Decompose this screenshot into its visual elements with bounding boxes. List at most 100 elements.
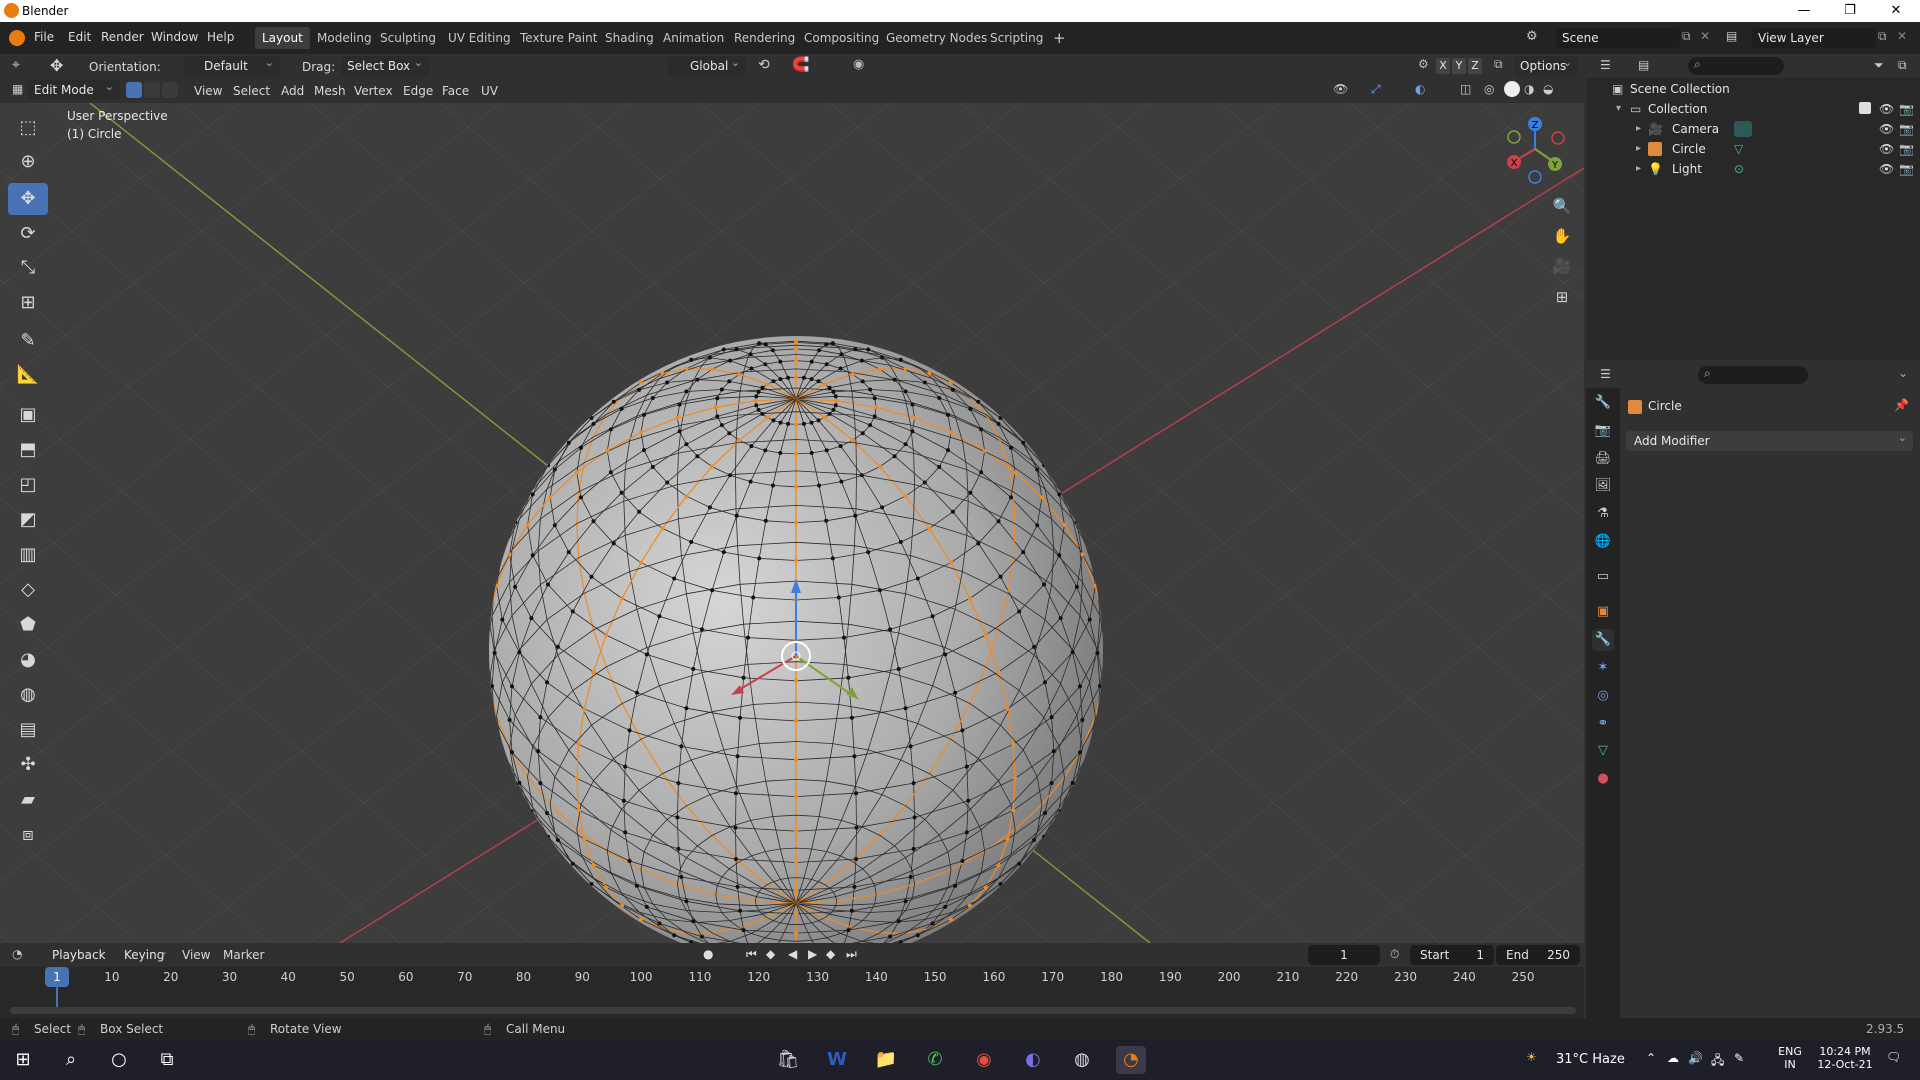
mesh-vertex[interactable] — [982, 448, 987, 453]
mesh-vertex[interactable] — [1078, 750, 1082, 755]
mesh-vertex[interactable] — [741, 675, 746, 680]
collection-checkbox[interactable] — [1859, 102, 1871, 114]
mesh-vertex[interactable] — [546, 834, 550, 839]
mesh-vertex[interactable] — [684, 389, 689, 394]
mesh-vertex[interactable] — [644, 904, 649, 909]
mesh-vertex[interactable] — [831, 389, 836, 394]
tab-animation[interactable]: Animation — [656, 27, 731, 49]
discord-icon[interactable]: ◐ — [1018, 1046, 1048, 1074]
mesh-vertex[interactable] — [1078, 684, 1082, 689]
perspective-toggle-icon[interactable]: ⊞ — [1548, 283, 1576, 311]
mesh-vertex[interactable] — [676, 781, 681, 786]
options-dropdown[interactable]: Options — [1514, 53, 1578, 76]
mesh-vertex[interactable] — [846, 928, 851, 933]
mesh-vertex[interactable] — [1021, 550, 1026, 555]
mesh-vertex[interactable] — [608, 427, 613, 432]
mesh-vertex[interactable] — [979, 470, 984, 475]
filter-icon[interactable]: ⏷ — [1874, 58, 1884, 73]
mesh-vertex[interactable] — [756, 389, 761, 394]
word-icon[interactable]: W — [822, 1046, 852, 1074]
move-tool-button-icon[interactable]: ✥ — [8, 183, 48, 215]
mesh-vertex[interactable] — [665, 480, 670, 485]
auto-merge-icon[interactable]: ⧉ — [1494, 57, 1503, 72]
mesh-vertex[interactable] — [634, 690, 639, 695]
mesh-vertex[interactable] — [721, 550, 726, 555]
mesh-vertex[interactable] — [760, 385, 765, 390]
mesh-vertex[interactable] — [877, 464, 882, 469]
mesh-vertex[interactable] — [996, 670, 1001, 675]
playhead[interactable]: 1 — [45, 967, 69, 987]
mesh-vertex[interactable] — [816, 379, 821, 384]
mesh-vertex[interactable] — [964, 830, 969, 835]
mesh-vertex[interactable] — [960, 859, 965, 863]
mesh-vertex[interactable] — [579, 495, 583, 500]
mesh-vertex[interactable] — [530, 492, 535, 497]
scene-tab-icon[interactable]: ⚗ — [1592, 503, 1614, 525]
pin-icon[interactable]: 📌 — [1894, 398, 1909, 412]
mesh-vertex[interactable] — [1011, 742, 1016, 747]
mesh-vertex[interactable] — [960, 728, 965, 733]
mesh-vertex[interactable] — [860, 431, 865, 436]
mesh-vertex[interactable] — [642, 412, 646, 417]
mesh-vertex[interactable] — [734, 791, 738, 796]
mesh-vertex[interactable] — [510, 750, 514, 755]
mesh-vertex[interactable] — [738, 715, 743, 720]
mesh-vertex[interactable] — [896, 919, 901, 924]
mesh-vertex[interactable] — [949, 917, 953, 922]
menu-select[interactable]: Select — [233, 84, 270, 98]
mesh-vertex[interactable] — [623, 830, 628, 835]
pen-icon[interactable]: ✎ — [1734, 1051, 1744, 1065]
mesh-vertex[interactable] — [824, 448, 829, 453]
menu-view[interactable]: View — [194, 84, 222, 98]
mesh-vertex[interactable] — [937, 396, 942, 400]
mesh-vertex[interactable] — [1093, 583, 1098, 588]
timeline-scrollbar[interactable] — [10, 1007, 1576, 1014]
delete-scene-icon[interactable]: ✕ — [1700, 29, 1710, 43]
mesh-vertex[interactable] — [888, 934, 893, 939]
bevel-tool-icon[interactable]: ◩ — [8, 504, 48, 536]
solid-shading-icon[interactable] — [1504, 81, 1520, 97]
mesh-vertex[interactable] — [492, 716, 497, 721]
mesh-vertex[interactable] — [589, 882, 594, 886]
menu-help[interactable]: Help — [207, 30, 234, 44]
mesh-vertex[interactable] — [627, 859, 632, 863]
mesh-vertex[interactable] — [949, 560, 953, 565]
annotate-tool-icon[interactable]: ✎ — [8, 325, 48, 357]
mesh-vertex[interactable] — [695, 377, 700, 382]
mesh-vertex[interactable] — [684, 706, 689, 711]
mesh-vertex[interactable] — [896, 667, 901, 671]
particles-tab-icon[interactable]: ✶ — [1592, 657, 1614, 679]
menu-window[interactable]: Window — [151, 30, 198, 44]
outliner-row-collection[interactable]: ▾ ▭ Collection 👁 📷 — [1586, 99, 1920, 119]
mesh-vertex[interactable] — [801, 421, 806, 426]
rip-tool-icon[interactable]: ⧈ — [8, 819, 48, 851]
scene-name-field[interactable]: Scene — [1556, 28, 1680, 48]
mesh-vertex[interactable] — [589, 416, 594, 420]
mesh-vertex[interactable] — [976, 541, 981, 546]
world-tab-icon[interactable]: 🌐 — [1592, 531, 1614, 553]
collection-render-icon[interactable]: 📷 — [1899, 99, 1914, 119]
mesh-vertex[interactable] — [751, 595, 756, 600]
mesh-vertex[interactable] — [794, 558, 798, 563]
mesh-vertex[interactable] — [672, 576, 677, 581]
outliner-row-light[interactable]: ▸ 💡 Light ⊙ 👁 📷 — [1586, 159, 1920, 179]
mesh-vertex[interactable] — [657, 614, 662, 619]
mesh-vertex[interactable] — [771, 379, 776, 384]
mesh-vertex[interactable] — [859, 473, 864, 478]
mesh-vertex[interactable] — [1035, 467, 1040, 472]
mesh-vertex[interactable] — [949, 380, 953, 385]
view-layer-tab-icon[interactable]: 🖼 — [1592, 475, 1614, 497]
mesh-vertex[interactable] — [507, 552, 512, 557]
mesh-vertex[interactable] — [1098, 684, 1102, 689]
mesh-vertex[interactable] — [763, 448, 768, 453]
add-workspace-plus-icon[interactable]: + — [1046, 27, 1073, 49]
mesh-vertex[interactable] — [850, 372, 855, 377]
timeline-editor-icon[interactable]: ◔ — [12, 947, 22, 961]
windows-start-icon[interactable]: ⊞ — [8, 1046, 38, 1074]
mesh-vertex[interactable] — [620, 596, 625, 601]
mesh-vertex[interactable] — [754, 403, 759, 408]
mesh-vertex[interactable] — [979, 427, 984, 432]
play-icon[interactable]: ▶ — [808, 947, 817, 961]
mesh-vertex[interactable] — [1080, 717, 1085, 722]
snap-icon[interactable]: 🧲 — [792, 57, 809, 73]
